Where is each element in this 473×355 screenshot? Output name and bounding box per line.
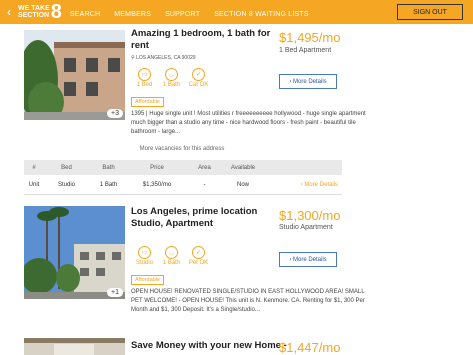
amenity-pets: ✓ Cat OK xyxy=(185,68,212,88)
photo-count-badge: +3 xyxy=(107,109,123,118)
amenity-bed: ▭ Studio xyxy=(131,246,158,266)
amenity-pets: ✓ Pet OK xyxy=(185,246,212,266)
listing-card[interactable]: +3 Amazing 1 bedroom, 1 bath for rent ⚲ … xyxy=(24,28,366,146)
table-header: # Bed Bath Price Area Available xyxy=(24,160,342,175)
logo-line1: WE TAKE xyxy=(18,5,50,12)
photo-count-badge: +1 xyxy=(107,288,123,297)
bed-icon: ▭ xyxy=(138,68,151,81)
amenity-bath: ◡ 1 Bath xyxy=(158,246,185,266)
listing-price: $1,495/mo xyxy=(279,30,341,45)
row-more-details-link[interactable]: › More Details xyxy=(263,182,342,188)
nav-support[interactable]: SUPPORT xyxy=(165,11,200,18)
amenities: ▭ Studio ◡ 1 Bath ✓ Pet OK xyxy=(131,246,212,266)
chevron-left-icon[interactable]: ‹ xyxy=(0,5,18,19)
property-type: Studio Apartment xyxy=(279,224,333,231)
pet-icon: ✓ xyxy=(192,246,205,259)
nav-waiting-lists[interactable]: SECTION 8 WAITING LISTS xyxy=(214,11,309,18)
amenity-bath: ◡ 1 Bath xyxy=(158,68,185,88)
vacancies-table: # Bed Bath Price Area Available Unit Stu… xyxy=(24,160,342,195)
amenities: ▭ 1 Bed ◡ 1 Bath ✓ Cat OK xyxy=(131,68,212,88)
more-vacancies-link[interactable]: More vacancies for this address xyxy=(24,146,340,152)
listing-description: OPEN HOUSE! RENOVATED SINGLE/STUDIO IN E… xyxy=(131,289,365,313)
amenity-bed: ▭ 1 Bed xyxy=(131,68,158,88)
listing-price: $1,447/mo xyxy=(279,340,341,355)
listing-address: ⚲ LOS ANGELES, CA 90029 xyxy=(131,55,196,61)
address-text: LOS ANGELES, CA 90029 xyxy=(136,55,196,61)
logo-line2: SECTION xyxy=(18,12,50,19)
listing-title[interactable]: Los Angeles, prime location Studio, Apar… xyxy=(131,206,273,230)
more-details-button[interactable]: › More Details xyxy=(279,74,337,89)
top-navbar: ‹ WE TAKE SECTION 8 SEARCH MEMBERS SUPPORT… xyxy=(0,0,473,24)
bath-icon: ◡ xyxy=(165,246,178,259)
more-details-button[interactable]: › More Details xyxy=(279,252,337,267)
listing-title[interactable]: Save Money with your new Home - xyxy=(131,340,287,352)
listing-photo[interactable] xyxy=(24,338,125,355)
affordable-badge: Affordable xyxy=(131,97,164,107)
listing-card[interactable]: Save Money with your new Home - $1,447/m… xyxy=(24,338,340,355)
listing-photo[interactable]: +1 xyxy=(24,206,125,299)
logo-number: 8 xyxy=(50,1,62,23)
bed-icon: ▭ xyxy=(138,246,151,259)
table-row: Unit Studio 1 Bath $1,350/mo - Now › Mor… xyxy=(24,175,342,195)
nav-search[interactable]: SEARCH xyxy=(70,11,100,18)
location-pin-icon: ⚲ xyxy=(131,55,135,61)
sign-out-button[interactable]: SIGN OUT xyxy=(397,4,463,20)
cat-icon: ✓ xyxy=(192,68,205,81)
property-type: 1 Bed Apartment xyxy=(279,47,332,54)
bath-icon: ◡ xyxy=(165,68,178,81)
listing-description: 1395 | Huge single unit ! Most utilities… xyxy=(131,111,366,135)
listing-price: $1,300/mo xyxy=(279,208,341,223)
main-nav: SEARCH MEMBERS SUPPORT SECTION 8 WAITING LI… xyxy=(70,3,323,21)
listing-photo[interactable]: +3 xyxy=(24,30,125,120)
nav-members[interactable]: MEMBERS xyxy=(114,11,151,18)
listing-card[interactable]: +1 Los Angeles, prime location Studio, A… xyxy=(24,206,365,330)
listing-title[interactable]: Amazing 1 bedroom, 1 bath for rent xyxy=(131,28,273,52)
logo[interactable]: WE TAKE SECTION 8 xyxy=(18,2,62,22)
affordable-badge: Affordable xyxy=(131,275,164,285)
